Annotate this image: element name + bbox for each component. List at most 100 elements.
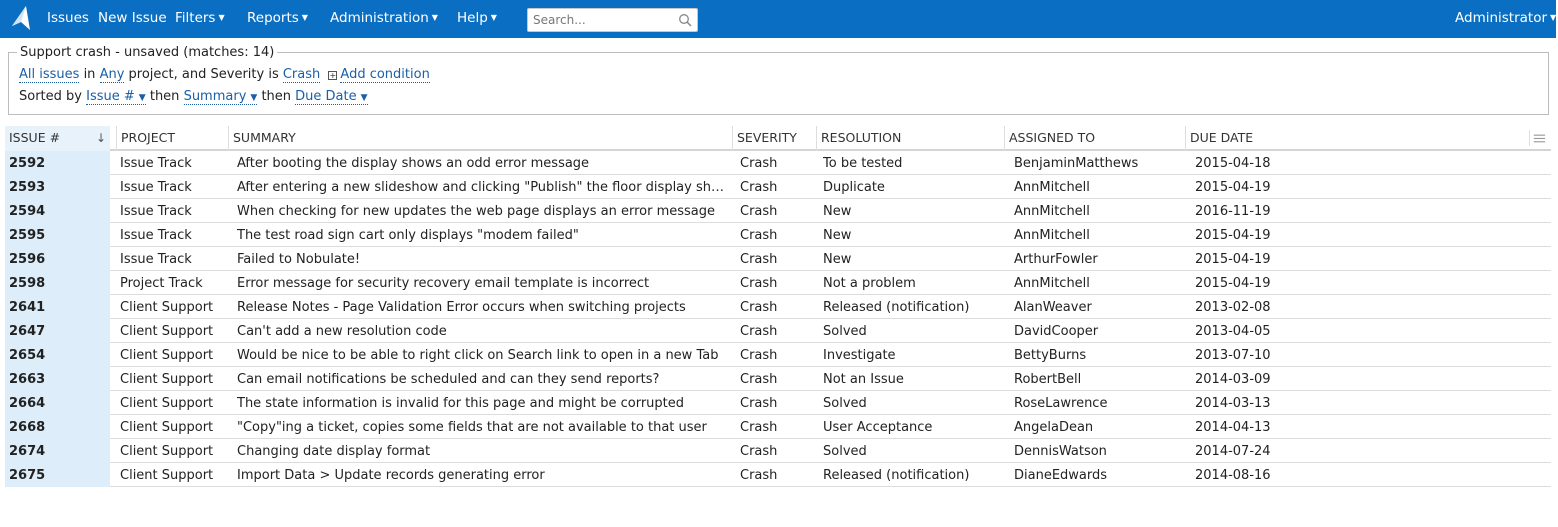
cell-summary[interactable]: Import Data > Update records generating … — [233, 463, 730, 487]
cell-issue-number[interactable]: 2654 — [5, 343, 110, 367]
column-header-issue[interactable]: ISSUE # ↓ — [5, 126, 110, 151]
column-header-due-date[interactable]: DUE DATE — [1185, 126, 1521, 151]
nav-new-issue[interactable]: New Issue — [98, 10, 167, 26]
add-condition-link[interactable]: + Add condition — [328, 67, 430, 83]
table-row[interactable]: 2593 Issue Track After entering a new slid… — [5, 175, 1551, 199]
then-text-1: then — [149, 89, 180, 104]
cell-issue-number[interactable]: 2674 — [5, 439, 110, 463]
table-row[interactable]: 2595 Issue Track The test road sign cart o… — [5, 223, 1551, 247]
cell-summary[interactable]: Can't add a new resolution code — [233, 319, 730, 343]
cell-due-date: 2014-03-09 — [1195, 372, 1271, 387]
nav-issues[interactable]: Issues — [47, 10, 89, 26]
column-header-label: SEVERITY — [737, 130, 797, 145]
cell-assigned-to: AlanWeaver — [1014, 300, 1092, 315]
cell-due-date: 2013-02-08 — [1195, 300, 1271, 315]
all-issues-link[interactable]: All issues — [19, 67, 80, 83]
cell-summary[interactable]: Would be nice to be able to right click … — [233, 343, 730, 367]
nav-help-label: Help — [457, 10, 488, 26]
nav-new-issue-label: New Issue — [98, 10, 167, 26]
cell-project: Client Support — [120, 396, 214, 411]
cell-summary[interactable]: Error message for security recovery emai… — [233, 271, 730, 295]
cell-summary[interactable]: The state information is invalid for thi… — [233, 391, 730, 415]
cell-summary[interactable]: Failed to Nobulate! — [233, 247, 730, 271]
table-row[interactable]: 2668 Client Support "Copy"ing a ticket, co… — [5, 415, 1551, 439]
sort-field-3[interactable]: Due Date ▼ — [295, 89, 368, 105]
cell-assigned-to: AnnMitchell — [1014, 204, 1090, 219]
cell-summary[interactable]: "Copy"ing a ticket, copies some fields t… — [233, 415, 730, 439]
cell-summary[interactable]: After entering a new slideshow and click… — [233, 175, 730, 199]
cell-due-date: 2015-04-19 — [1195, 252, 1271, 267]
column-header-resolution[interactable]: RESOLUTION — [816, 126, 1004, 151]
cell-issue-number[interactable]: 2595 — [5, 223, 110, 247]
filter-in-text: in — [83, 67, 96, 82]
severity-value-link[interactable]: Crash — [282, 67, 321, 83]
sort-field-2-label: Summary — [183, 89, 247, 104]
cell-issue-number[interactable]: 2592 — [5, 151, 110, 175]
cell-due-date: 2015-04-18 — [1195, 156, 1271, 171]
nav-filters[interactable]: Filters ▼ — [175, 10, 225, 26]
cell-summary[interactable]: Can email notifications be scheduled and… — [233, 367, 730, 391]
cell-project: Project Track — [120, 276, 203, 291]
cell-issue-number[interactable]: 2668 — [5, 415, 110, 439]
cell-issue-number[interactable]: 2641 — [5, 295, 110, 319]
sort-field-3-label: Due Date — [295, 89, 357, 104]
cell-summary[interactable]: Changing date display format — [233, 439, 730, 463]
search-icon[interactable] — [678, 13, 692, 27]
table-row[interactable]: 2675 Client Support Import Data > Update r… — [5, 463, 1551, 487]
sort-field-2[interactable]: Summary ▼ — [183, 89, 258, 105]
cell-assigned-to: AnnMitchell — [1014, 276, 1090, 291]
cell-severity: Crash — [740, 420, 778, 435]
table-row[interactable]: 2641 Client Support Release Notes - Page V… — [5, 295, 1551, 319]
cell-summary[interactable]: Release Notes - Page Validation Error oc… — [233, 295, 730, 319]
cell-project: Issue Track — [120, 228, 192, 243]
cell-issue-number[interactable]: 2596 — [5, 247, 110, 271]
table-row[interactable]: 2654 Client Support Would be nice to be ab… — [5, 343, 1551, 367]
column-menu-icon[interactable] — [1529, 130, 1547, 146]
column-header-label: PROJECT — [121, 130, 176, 145]
nav-administration[interactable]: Administration ▼ — [330, 10, 438, 26]
table-row[interactable]: 2663 Client Support Can email notification… — [5, 367, 1551, 391]
cell-issue-number[interactable]: 2594 — [5, 199, 110, 223]
sort-field-1[interactable]: Issue # ▼ — [86, 89, 146, 105]
cell-issue-number[interactable]: 2675 — [5, 463, 110, 487]
cell-assigned-to: BenjaminMatthews — [1014, 156, 1139, 171]
then-text-2: then — [261, 89, 292, 104]
cell-assigned-to: AngelaDean — [1014, 420, 1094, 435]
cell-issue-number[interactable]: 2598 — [5, 271, 110, 295]
cell-resolution: Duplicate — [823, 180, 885, 195]
cell-assigned-to: ArthurFowler — [1014, 252, 1098, 267]
cell-issue-number[interactable]: 2647 — [5, 319, 110, 343]
table-row[interactable]: 2596 Issue Track Failed to Nobulate! Crash N… — [5, 247, 1551, 271]
nav-reports-label: Reports — [247, 10, 299, 26]
cell-issue-number[interactable]: 2593 — [5, 175, 110, 199]
nav-help[interactable]: Help ▼ — [457, 10, 497, 26]
table-row[interactable]: 2647 Client Support Can't add a new resolu… — [5, 319, 1551, 343]
cell-project: Client Support — [120, 300, 214, 315]
caret-down-icon: ▼ — [218, 13, 225, 22]
cell-project: Client Support — [120, 420, 214, 435]
cell-summary[interactable]: When checking for new updates the web pa… — [233, 199, 730, 223]
column-header-assigned-to[interactable]: ASSIGNED TO — [1004, 126, 1185, 151]
caret-down-icon: ▼ — [138, 93, 146, 103]
app-logo-icon[interactable] — [10, 5, 32, 31]
cell-severity: Crash — [740, 468, 778, 483]
filter-sorting: Sorted by Issue # ▼ then Summary ▼ then Du… — [19, 89, 368, 105]
column-header-severity[interactable]: SEVERITY — [732, 126, 816, 151]
nav-reports[interactable]: Reports ▼ — [247, 10, 308, 26]
cell-issue-number[interactable]: 2664 — [5, 391, 110, 415]
user-menu[interactable]: Administrator ▼ — [1455, 10, 1556, 26]
table-row[interactable]: 2674 Client Support Changing date display … — [5, 439, 1551, 463]
table-row[interactable]: 2592 Issue Track After booting the display… — [5, 151, 1551, 175]
cell-issue-number[interactable]: 2663 — [5, 367, 110, 391]
top-nav-bar: Issues New Issue Filters ▼ Reports ▼ Admin… — [0, 0, 1556, 38]
search-input[interactable] — [528, 9, 668, 31]
table-row[interactable]: 2664 Client Support The state information … — [5, 391, 1551, 415]
column-header-project[interactable]: PROJECT — [116, 126, 228, 151]
project-value-link[interactable]: Any — [99, 67, 125, 83]
cell-summary[interactable]: The test road sign cart only displays "m… — [233, 223, 730, 247]
table-row[interactable]: 2598 Project Track Error message for secur… — [5, 271, 1551, 295]
filter-panel: Support crash - unsaved (matches: 14) Al… — [8, 45, 1549, 115]
column-header-summary[interactable]: SUMMARY — [228, 126, 732, 151]
cell-summary[interactable]: After booting the display shows an odd e… — [233, 151, 730, 175]
table-row[interactable]: 2594 Issue Track When checking for new upd… — [5, 199, 1551, 223]
